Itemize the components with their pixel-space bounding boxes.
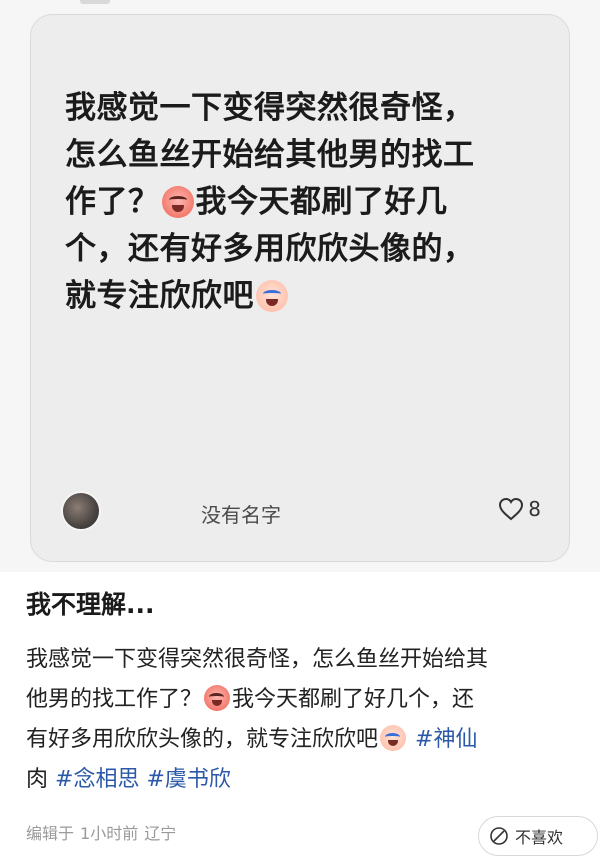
card-line-1: 我感觉一下变得突然很奇怪， bbox=[65, 90, 475, 126]
edited-time: 1小时前 bbox=[80, 824, 139, 843]
card-line-3b: 我今天都刷了好几 bbox=[195, 184, 448, 220]
previous-item-edge bbox=[80, 0, 110, 4]
body-line-2a: 他男的找工作了？ bbox=[26, 687, 203, 712]
dislike-label: 不喜欢 bbox=[515, 828, 564, 847]
post-title: 我不理解... bbox=[26, 590, 155, 619]
card-line-5: 就专注欣欣吧 bbox=[65, 273, 545, 320]
card-line-3a: 作了？ bbox=[65, 184, 160, 220]
body-line-2: 他男的找工作了？ 我今天都刷了好几个，还 bbox=[26, 680, 561, 720]
card-line-4: 个，还有好多用欣欣头像的， bbox=[65, 231, 475, 267]
hashtag-link[interactable]: #神仙 bbox=[415, 727, 477, 752]
like-button[interactable]: 8 bbox=[498, 497, 541, 521]
crying-face-emoji bbox=[380, 725, 407, 751]
card-line-5a: 就专注欣欣吧 bbox=[65, 278, 254, 314]
crying-face-emoji bbox=[256, 280, 288, 312]
body-line-4: 肉 #念相思 #虞书欣 bbox=[26, 760, 561, 800]
loudly-crying-face-emoji bbox=[204, 685, 231, 711]
like-count: 8 bbox=[528, 497, 541, 521]
body-line-3a: 有好多用欣欣头像的，就专注欣欣吧 bbox=[26, 727, 379, 752]
hashtag-link[interactable]: #虞书欣 bbox=[146, 767, 230, 792]
body-line-2b: 我今天都刷了好几个，还 bbox=[232, 687, 475, 712]
card-line-2: 怎么鱼丝开始给其他男的找工 bbox=[65, 137, 475, 173]
body-line-1: 我感觉一下变得突然很奇怪，怎么鱼丝开始给其 bbox=[26, 647, 489, 672]
card-footer: 没有名字 8 bbox=[61, 491, 541, 537]
post-content: 我不理解... 我感觉一下变得突然很奇怪，怎么鱼丝开始给其 他男的找工作了？ 我今… bbox=[26, 588, 586, 800]
author-name[interactable]: 没有名字 bbox=[201, 499, 281, 528]
card-text: 我感觉一下变得突然很奇怪， 怎么鱼丝开始给其他男的找工 作了？ 我今天都刷了好几 … bbox=[65, 85, 545, 320]
location: 辽宁 bbox=[144, 824, 177, 843]
post-body: 我感觉一下变得突然很奇怪，怎么鱼丝开始给其 他男的找工作了？ 我今天都刷了好几个，… bbox=[26, 640, 561, 800]
post-meta: 编辑于 1小时前 辽宁 bbox=[26, 820, 182, 844]
dislike-button[interactable]: 不喜欢 bbox=[478, 816, 598, 856]
body-line-4a: 肉 bbox=[26, 767, 49, 792]
image-preview-area: 我感觉一下变得突然很奇怪， 怎么鱼丝开始给其他男的找工 作了？ 我今天都刷了好几 … bbox=[0, 0, 600, 572]
heart-outline-icon bbox=[499, 497, 524, 521]
edited-label: 编辑于 bbox=[26, 824, 75, 843]
body-line-3: 有好多用欣欣头像的，就专注欣欣吧 #神仙 bbox=[26, 720, 561, 760]
loudly-crying-face-emoji bbox=[161, 186, 194, 218]
quoted-post-card[interactable]: 我感觉一下变得突然很奇怪， 怎么鱼丝开始给其他男的找工 作了？ 我今天都刷了好几 … bbox=[30, 14, 570, 562]
hashtag-link[interactable]: #念相思 bbox=[55, 767, 139, 792]
card-line-3: 作了？ 我今天都刷了好几 bbox=[65, 179, 545, 226]
avatar[interactable] bbox=[61, 491, 101, 531]
dislike-icon bbox=[490, 827, 508, 845]
